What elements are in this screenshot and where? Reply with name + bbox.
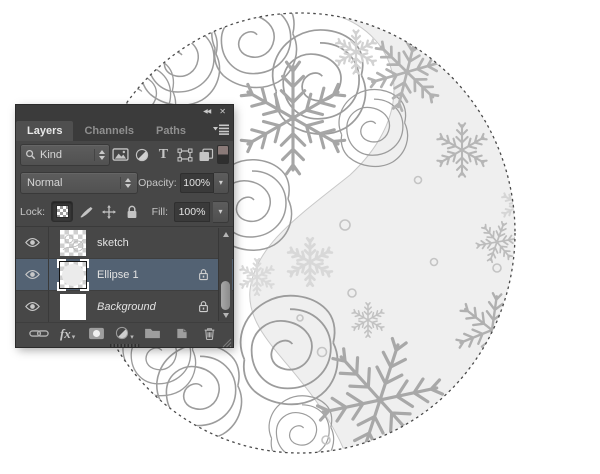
adjustment-caret-icon: ▾ [130, 334, 134, 341]
eye-icon [24, 238, 40, 247]
add-layer-mask-button[interactable] [82, 323, 110, 343]
pixel-layer-filter-icon[interactable] [111, 145, 131, 165]
fx-caret-icon: ▾ [71, 334, 76, 341]
brush-icon [80, 206, 93, 218]
layer-style-button[interactable]: fx ▾ [53, 323, 81, 343]
panel-tabs: Layers Channels Paths [16, 119, 233, 141]
tab-layers[interactable]: Layers [16, 121, 74, 141]
sketch-thumbnail-art [62, 234, 84, 251]
layer-lock-badge [198, 300, 209, 313]
panel-bottom-edge [16, 338, 233, 349]
eye-icon [24, 270, 40, 279]
layer-mask-icon [88, 327, 104, 339]
close-icon[interactable]: ✕ [219, 108, 226, 116]
visibility-toggle[interactable] [16, 259, 49, 290]
fill-value[interactable]: 100% [174, 201, 210, 222]
scroll-down-icon[interactable] [219, 310, 232, 320]
layer-row-background[interactable]: Background [16, 291, 233, 323]
visibility-toggle[interactable] [16, 291, 49, 322]
link-layers-button[interactable] [25, 323, 53, 343]
panel-menu-icon[interactable] [213, 124, 229, 138]
layer-list: sketch Ellipse 1 Background [16, 226, 233, 323]
blend-mode-select[interactable]: Normal [20, 171, 139, 194]
link-icon [29, 329, 49, 337]
kind-filter-select[interactable]: Kind [20, 143, 110, 166]
blend-spinner-icon [120, 176, 132, 189]
new-layer-icon [177, 328, 187, 338]
panel-title-bar: ◀◀ ✕ [16, 105, 233, 119]
lock-icon [199, 269, 208, 281]
kind-filter-label: Kind [40, 148, 63, 161]
layer-row-ellipse-1[interactable]: Ellipse 1 [16, 258, 233, 291]
layer-name[interactable]: sketch [97, 237, 129, 249]
list-scrollbar[interactable] [218, 228, 232, 321]
screenshot-stage: ◀◀ ✕ Layers Channels Paths Kind T Normal… [0, 0, 600, 474]
scrollbar-thumb[interactable] [221, 281, 230, 310]
filter-row: Kind T [16, 141, 233, 168]
eye-icon [24, 302, 40, 311]
trash-icon [204, 327, 215, 340]
layer-row-sketch[interactable]: sketch [16, 227, 233, 259]
panel-footer: fx ▾ ▾ [16, 323, 233, 343]
folder-icon [145, 328, 161, 339]
adjustment-layer-filter-icon[interactable] [132, 145, 152, 165]
layers-panel: ◀◀ ✕ Layers Channels Paths Kind T Normal… [16, 105, 233, 349]
layer-thumbnail[interactable] [60, 293, 86, 320]
thumbnail-selection-corner [80, 258, 89, 268]
blend-mode-value: Normal [27, 176, 63, 189]
thumbnail-selection-corner [80, 281, 89, 291]
lock-image-pixels-button[interactable] [76, 202, 96, 221]
scroll-up-icon[interactable] [219, 229, 232, 239]
tab-paths[interactable]: Paths [145, 121, 197, 141]
resize-grip-icon[interactable] [222, 338, 232, 348]
lock-label: Lock: [20, 205, 46, 218]
panel-drag-handle[interactable] [109, 344, 140, 347]
opacity-dropdown-button[interactable]: ▾ [213, 171, 229, 194]
layer-name[interactable]: Background [97, 301, 156, 313]
opacity-value[interactable]: 100% [179, 172, 214, 193]
search-icon [26, 150, 36, 160]
layer-filtering-toggle[interactable] [217, 145, 229, 164]
lock-all-button[interactable] [122, 202, 142, 221]
layer-name[interactable]: Ellipse 1 [97, 269, 139, 281]
smart-object-filter-icon[interactable] [196, 145, 216, 165]
lock-transparent-pixels-button[interactable] [51, 201, 74, 222]
delete-layer-button[interactable] [196, 323, 224, 343]
visibility-toggle[interactable] [16, 227, 49, 258]
blend-row: Normal Opacity: 100% ▾ [16, 168, 233, 197]
layer-thumbnail[interactable] [60, 229, 86, 256]
new-group-button[interactable] [139, 323, 167, 343]
move-icon [102, 204, 117, 219]
padlock-icon [127, 205, 137, 218]
kind-spinner-icon [93, 148, 105, 161]
layer-lock-badge [198, 268, 209, 281]
fill-label: Fill: [151, 205, 168, 218]
lock-position-button[interactable] [99, 202, 119, 221]
fill-dropdown-button[interactable]: ▾ [213, 200, 229, 223]
lock-row: Lock: Fill: 100% ▾ [16, 197, 233, 226]
new-adjustment-layer-button[interactable]: ▾ [110, 323, 138, 343]
type-layer-filter-icon[interactable]: T [153, 145, 173, 165]
layer-thumbnail[interactable] [57, 258, 89, 291]
collapse-to-icons-icon[interactable]: ◀◀ [203, 109, 211, 115]
tab-channels[interactable]: Channels [73, 121, 145, 141]
new-layer-button[interactable] [167, 323, 195, 343]
thumbnail-selection-corner [57, 258, 66, 268]
adjustment-icon [116, 326, 129, 340]
thumbnail-selection-corner [57, 281, 66, 291]
lock-icon [199, 301, 208, 313]
transparency-checker-icon [55, 205, 69, 218]
shape-layer-filter-icon[interactable] [175, 145, 195, 165]
opacity-label: Opacity: [138, 176, 177, 189]
